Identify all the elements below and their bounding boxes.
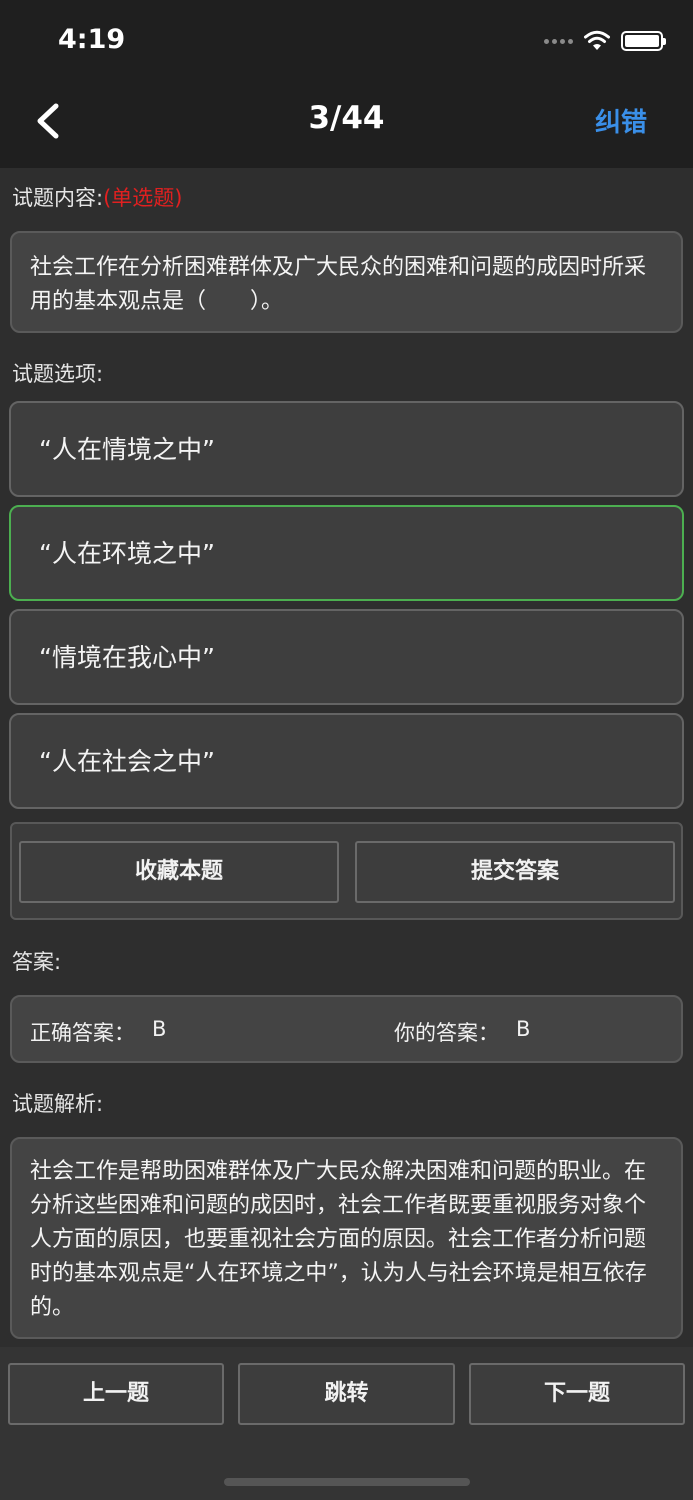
submit-answer-button[interactable]: 提交答案	[355, 841, 675, 903]
jump-button[interactable]: 跳转	[238, 1363, 455, 1425]
question-type-tag: (单选题)	[103, 186, 183, 210]
analysis-section-label: 试题解析:	[12, 1092, 104, 1116]
option-c[interactable]: “情境在我心中”	[9, 609, 684, 705]
question-label-text: 试题内容:	[12, 186, 104, 210]
correct-answer-value: B	[152, 1017, 167, 1041]
next-question-button[interactable]: 下一题	[469, 1363, 685, 1425]
report-error-button[interactable]: 纠错	[595, 102, 647, 139]
question-text: 社会工作在分析困难群体及广大民众的困难和问题的成因时所采用的基本观点是（ ）。	[30, 255, 647, 314]
your-answer-label: 你的答案：	[394, 1021, 499, 1045]
favorite-button[interactable]: 收藏本题	[19, 841, 339, 903]
analysis-text: 社会工作是帮助困难群体及广大民众解决困难和问题的职业。在分析这些困难和问题的成因…	[30, 1159, 647, 1320]
signal-icon	[544, 38, 573, 44]
option-d[interactable]: “人在社会之中”	[9, 713, 684, 809]
action-buttons-panel: 收藏本题 提交答案	[10, 822, 683, 920]
question-section-label: 试题内容:(单选题)	[12, 182, 182, 212]
quiz-screen: 4:19 3/44 纠错 试题内容:(单选题) 社会工作在分析困难群体及广大民众…	[0, 0, 693, 1500]
answer-section-label: 答案:	[12, 950, 62, 974]
previous-question-button[interactable]: 上一题	[8, 1363, 224, 1425]
option-a[interactable]: “人在情境之中”	[9, 401, 684, 497]
correct-answer-label: 正确答案：	[30, 1021, 135, 1045]
home-indicator	[224, 1478, 470, 1486]
wifi-icon	[584, 30, 610, 50]
option-b[interactable]: “人在环境之中”	[9, 505, 684, 601]
question-progress-title: 3/44	[308, 100, 385, 136]
status-time: 4:19	[58, 24, 126, 55]
status-indicators	[544, 30, 666, 52]
battery-icon	[621, 31, 666, 51]
analysis-panel: 社会工作是帮助困难群体及广大民众解决困难和问题的职业。在分析这些困难和问题的成因…	[10, 1137, 683, 1339]
answer-panel: 正确答案： B 你的答案： B	[10, 995, 683, 1063]
question-panel: 社会工作在分析困难群体及广大民众的困难和问题的成因时所采用的基本观点是（ ）。	[10, 231, 683, 333]
top-bar: 4:19 3/44 纠错	[0, 0, 693, 168]
options-section-label: 试题选项:	[12, 362, 104, 386]
your-answer-value: B	[516, 1017, 531, 1041]
